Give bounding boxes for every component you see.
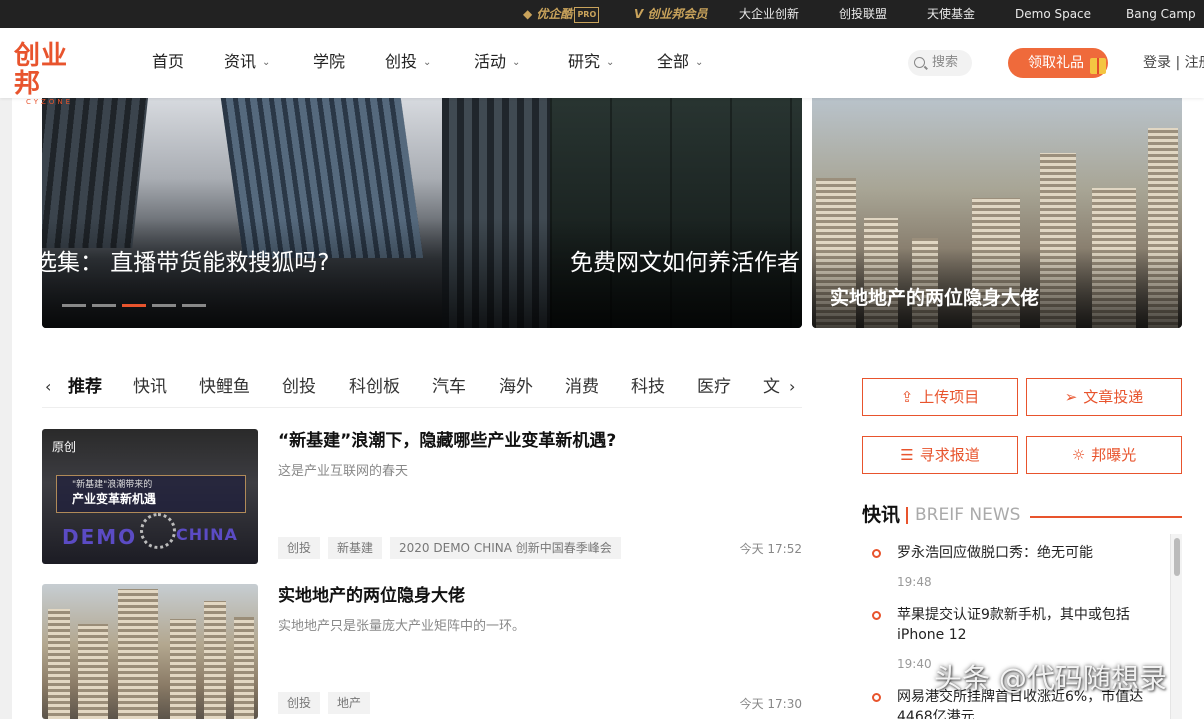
tab-overseas[interactable]: 海外 <box>499 376 533 398</box>
carousel-dots <box>62 304 212 308</box>
tab-consumer[interactable]: 消费 <box>565 376 599 398</box>
article-title[interactable]: “新基建”浪潮下，隐藏哪些产业变革新机遇? <box>278 429 616 453</box>
site-logo[interactable]: 创业邦 CYZONE <box>14 42 94 106</box>
tab-auto[interactable]: 汽车 <box>432 376 466 398</box>
slide-caption[interactable]: 选集： 直播带货能救搜狐吗? <box>42 248 330 278</box>
tab-recommend[interactable]: 推荐 <box>68 376 102 398</box>
news-header: 快讯 BREIF NEWS <box>862 502 1182 528</box>
gear-icon <box>140 513 176 549</box>
login-register-link[interactable]: 登录 | 注册 <box>1143 54 1204 72</box>
gift-icon <box>1090 58 1106 74</box>
chevron-down-icon: ⌄ <box>423 57 432 68</box>
chevron-down-icon: ⌄ <box>695 57 704 68</box>
nav-research[interactable]: 研究 ⌄ <box>568 52 614 73</box>
hero-carousel[interactable]: 选集： 直播带货能救搜狐吗? 免费网文如何养活作者 <box>42 98 802 328</box>
article-item[interactable]: 实地地产的两位隐身大佬 实地地产只是张量庞大产业矩阵中的一环。 创投 地产 今天 … <box>42 584 802 719</box>
nav-all[interactable]: 全部 ⌄ <box>657 52 703 73</box>
tag[interactable]: 创投 <box>278 692 321 714</box>
chevron-right-icon[interactable]: › <box>789 376 795 398</box>
search-icon <box>914 57 925 68</box>
tab-invest[interactable]: 创投 <box>282 376 316 398</box>
paper-plane-icon: ➢ <box>1064 388 1078 406</box>
submit-article-button[interactable]: ➢ 文章投递 <box>1026 378 1182 416</box>
timeline-dot-icon <box>872 549 881 558</box>
sun-icon: ☼ <box>1071 446 1086 464</box>
article-thumbnail[interactable]: 原创 "新基建"浪潮带来的 产业变革新机遇 DEMO CHINA <box>42 429 258 564</box>
tab-star-market[interactable]: 科创板 <box>349 376 400 398</box>
article-tags: 创投 新基建 2020 DEMO CHINA 创新中国春季峰会 <box>278 537 629 559</box>
topbar-item-bang-camp[interactable]: Bang Camp <box>1126 7 1196 21</box>
carousel-dot[interactable] <box>182 304 206 307</box>
document-icon: ☰ <box>900 446 914 464</box>
vip-icon: V <box>634 7 644 21</box>
topbar-item-enterprise[interactable]: 大企业创新 <box>739 7 799 21</box>
tab-medical[interactable]: 医疗 <box>697 376 731 398</box>
tab-tech[interactable]: 科技 <box>631 376 665 398</box>
watermark: 头条 @代码随想录 <box>934 662 1167 695</box>
article-item[interactable]: 原创 "新基建"浪潮带来的 产业变革新机遇 DEMO CHINA “新基建”浪潮… <box>42 429 802 564</box>
chevron-down-icon: ⌄ <box>262 57 271 68</box>
chevron-left-icon[interactable]: ‹ <box>45 376 51 398</box>
news-time: 19:48 <box>897 575 932 589</box>
article-thumbnail[interactable] <box>42 584 258 719</box>
diamond-icon: ◆ <box>523 7 533 21</box>
news-text[interactable]: 苹果提交认证9款新手机，其中或包括 iPhone 12 <box>897 605 1157 645</box>
article-tags: 创投 地产 <box>278 692 378 714</box>
topbar-item-member[interactable]: V 创业邦会员 <box>634 7 708 21</box>
article-time: 今天 17:52 <box>739 542 802 556</box>
get-gift-button[interactable]: 领取礼品 <box>1008 48 1108 78</box>
tag[interactable]: 2020 DEMO CHINA 创新中国春季峰会 <box>390 537 621 559</box>
nav-invest[interactable]: 创投 ⌄ <box>385 52 431 73</box>
news-time: 19:40 <box>897 657 932 671</box>
nav-academy[interactable]: 学院 <box>313 52 345 72</box>
article-summary: 实地地产只是张量庞大产业矩阵中的一环。 <box>278 619 526 634</box>
scrollbar[interactable] <box>1170 534 1182 719</box>
top-bar: ◆ 优企酷 PRO V 创业邦会员 大企业创新 创投联盟 天使基金 Demo Sp… <box>0 0 1204 28</box>
topbar-item-alliance[interactable]: 创投联盟 <box>839 7 887 21</box>
chevron-down-icon: ⌄ <box>512 57 521 68</box>
tag[interactable]: 新基建 <box>328 537 383 559</box>
main-header: 创业邦 CYZONE 首页 资讯 ⌄ 学院 创投 ⌄ 活动 ⌄ 研究 ⌄ 全部 ⌄ 搜索 … <box>0 28 1204 106</box>
category-tabs: ‹ 推荐 快讯 快鲤鱼 创投 科创板 汽车 海外 消费 科技 医疗 文 › <box>42 368 802 408</box>
topbar-item-angel-fund[interactable]: 天使基金 <box>927 7 975 21</box>
nav-events[interactable]: 活动 ⌄ <box>474 52 520 73</box>
tag[interactable]: 地产 <box>328 692 371 714</box>
tab-culture[interactable]: 文 <box>763 376 780 398</box>
slide-caption-next[interactable]: 免费网文如何养活作者 <box>570 248 800 278</box>
article-summary: 这是产业互联网的春天 <box>278 464 409 479</box>
topbar-item-youqiku[interactable]: ◆ 优企酷 PRO <box>523 7 600 23</box>
left-gutter <box>0 98 12 719</box>
seek-coverage-button[interactable]: ☰ 寻求报道 <box>862 436 1018 474</box>
upload-project-button[interactable]: ⇪ 上传项目 <box>862 378 1018 416</box>
timeline-dot-icon <box>872 693 881 702</box>
scrollbar-thumb[interactable] <box>1174 538 1180 576</box>
article-time: 今天 17:30 <box>739 697 802 711</box>
search-input[interactable]: 搜索 <box>908 50 972 76</box>
tab-flash[interactable]: 快讯 <box>133 376 167 398</box>
timeline-dot-icon <box>872 611 881 620</box>
carousel-dot[interactable] <box>92 304 116 307</box>
tag[interactable]: 创投 <box>278 537 321 559</box>
pro-badge: PRO <box>574 7 600 23</box>
carousel-dot-active[interactable] <box>122 304 146 307</box>
topbar-item-demo-space[interactable]: Demo Space <box>1015 7 1091 21</box>
nav-news[interactable]: 资讯 ⌄ <box>224 52 270 73</box>
tab-kuailiyu[interactable]: 快鲤鱼 <box>199 376 250 398</box>
side-feature-caption[interactable]: 实地地产的两位隐身大佬 <box>830 286 1039 310</box>
carousel-dot[interactable] <box>62 304 86 307</box>
news-text[interactable]: 罗永浩回应做脱口秀：绝无可能 <box>897 543 1157 563</box>
nav-home[interactable]: 首页 <box>152 52 184 72</box>
carousel-dot[interactable] <box>152 304 176 307</box>
expose-button[interactable]: ☼ 邦曝光 <box>1026 436 1182 474</box>
upload-icon: ⇪ <box>900 388 914 406</box>
side-feature[interactable]: 实地地产的两位隐身大佬 <box>812 98 1182 328</box>
original-badge: 原创 <box>52 440 77 454</box>
article-title[interactable]: 实地地产的两位隐身大佬 <box>278 584 465 608</box>
chevron-down-icon: ⌄ <box>606 57 615 68</box>
